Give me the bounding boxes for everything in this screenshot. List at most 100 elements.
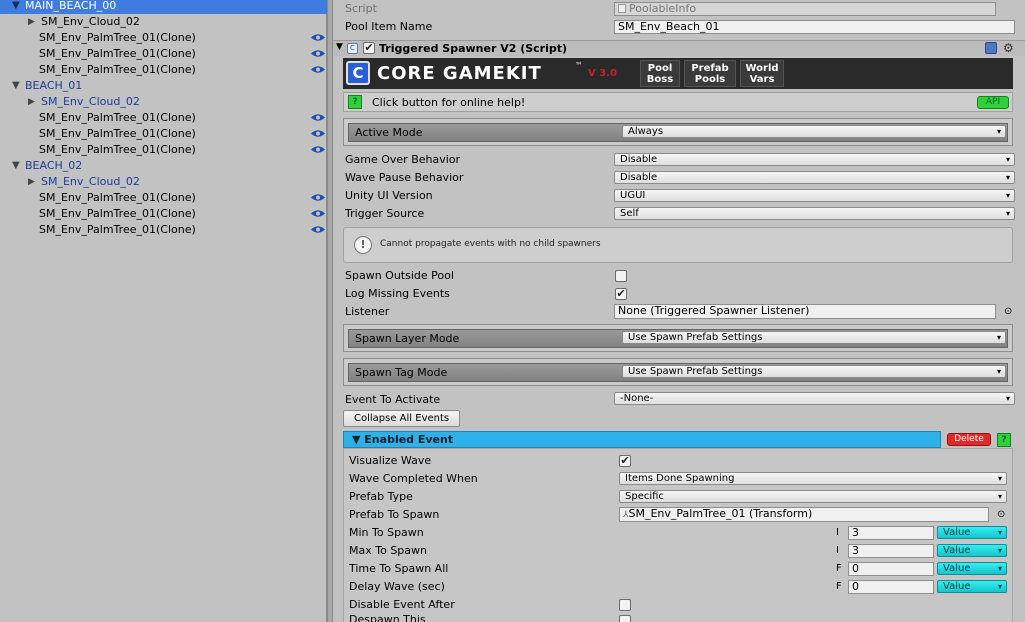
foldout-arrow-icon[interactable]: ▼: [336, 42, 343, 52]
hierarchy-item[interactable]: SM_Env_PalmTree_01(Clone): [0, 110, 327, 126]
dropdown-caret-icon: ▾: [997, 564, 1002, 573]
prefab-type-dropdown[interactable]: Specific ▾: [619, 490, 1007, 503]
inspector-panel: Script PoolableInfo Pool Item Name SM_En…: [333, 0, 1025, 622]
hierarchy-item[interactable]: SM_Env_PalmTree_01(Clone): [0, 46, 327, 62]
prefab-pools-button[interactable]: Prefab Pools: [684, 60, 736, 87]
gamekit-logo-text: CORE GAMEKIT: [377, 63, 542, 84]
prefab-spawn-field[interactable]: ⅄SM_Env_PalmTree_01 (Transform): [619, 507, 989, 522]
hierarchy-item[interactable]: ▼ MAIN_BEACH_00: [0, 0, 327, 14]
wave-pause-dropdown[interactable]: Disable ▾: [614, 171, 1015, 184]
max-spawn-field[interactable]: 3: [848, 544, 934, 558]
visibility-eye-icon[interactable]: [311, 49, 325, 58]
hierarchy-item[interactable]: ▶ SM_Env_Cloud_02: [0, 14, 327, 30]
hierarchy-item[interactable]: SM_Env_PalmTree_01(Clone): [0, 190, 327, 206]
expanded-arrow-icon[interactable]: ▼: [12, 158, 20, 174]
time-spawn-type: F: [836, 563, 842, 574]
pool-boss-button[interactable]: Pool Boss: [640, 60, 680, 87]
book-help-icon[interactable]: [985, 42, 997, 54]
visualize-wave-checkbox[interactable]: ✔: [619, 455, 631, 467]
spawn-tag-dropdown[interactable]: Use Spawn Prefab Settings ▾: [622, 365, 1006, 378]
max-spawn-mode-dropdown[interactable]: Value ▾: [937, 544, 1007, 557]
gear-icon[interactable]: ⚙: [1003, 41, 1014, 55]
spawn-layer-dropdown[interactable]: Use Spawn Prefab Settings ▾: [622, 331, 1006, 344]
wave-completed-dropdown[interactable]: Items Done Spawning ▾: [619, 472, 1007, 485]
help-button[interactable]: ?: [348, 95, 362, 109]
online-help-row: ? Click button for online help! API: [343, 92, 1013, 112]
collapsed-arrow-icon[interactable]: ▶: [28, 94, 35, 110]
hierarchy-item[interactable]: SM_Env_PalmTree_01(Clone): [0, 62, 327, 78]
pool-item-name-label: Pool Item Name: [345, 20, 433, 33]
expanded-arrow-icon[interactable]: ▼: [12, 78, 20, 94]
time-spawn-mode-dropdown[interactable]: Value ▾: [937, 562, 1007, 575]
component-enabled-checkbox[interactable]: ✔: [363, 42, 375, 54]
spawn-outside-checkbox[interactable]: [615, 270, 627, 282]
delay-wave-field[interactable]: 0: [848, 580, 934, 594]
visibility-eye-icon[interactable]: [311, 129, 325, 138]
event-help-button[interactable]: ?: [997, 433, 1011, 447]
dropdown-caret-icon: ▾: [1005, 155, 1010, 164]
script-field: PoolableInfo: [614, 2, 996, 16]
collapsed-arrow-icon[interactable]: ▶: [28, 174, 35, 190]
hierarchy-item[interactable]: SM_Env_PalmTree_01(Clone): [0, 30, 327, 46]
time-spawn-field[interactable]: 0: [848, 562, 934, 576]
hierarchy-item-label: BEACH_01: [25, 79, 83, 92]
info-note-text: Cannot propagate events with no child sp…: [380, 239, 601, 249]
game-over-dropdown[interactable]: Disable ▾: [614, 153, 1015, 166]
hierarchy-item[interactable]: ▶ SM_Env_Cloud_02: [0, 174, 327, 190]
api-button[interactable]: API: [977, 96, 1009, 109]
hierarchy-item-label: SM_Env_PalmTree_01(Clone): [39, 31, 196, 44]
component-header[interactable]: ▼ C ✔ Triggered Spawner V2 (Script) ⚙: [333, 40, 1025, 56]
min-spawn-type: I: [836, 527, 839, 538]
hierarchy-item-label: BEACH_02: [25, 159, 83, 172]
visibility-eye-icon[interactable]: [311, 193, 325, 202]
unity-ui-label: Unity UI Version: [345, 189, 433, 202]
hierarchy-item-label: SM_Env_Cloud_02: [41, 95, 140, 108]
unity-ui-dropdown[interactable]: UGUI ▾: [614, 189, 1015, 202]
hierarchy-item-label: SM_Env_PalmTree_01(Clone): [39, 207, 196, 220]
hierarchy-item[interactable]: ▼ BEACH_02: [0, 158, 327, 174]
hierarchy-item[interactable]: SM_Env_PalmTree_01(Clone): [0, 142, 327, 158]
pool-item-name-field[interactable]: SM_Env_Beach_01: [614, 20, 1015, 34]
hierarchy-item-label: SM_Env_PalmTree_01(Clone): [39, 143, 196, 156]
hierarchy-item[interactable]: SM_Env_PalmTree_01(Clone): [0, 206, 327, 222]
event-activate-dropdown[interactable]: -None- ▾: [614, 392, 1015, 405]
wave-pause-label: Wave Pause Behavior: [345, 171, 464, 184]
hierarchy-item[interactable]: ▼ BEACH_01: [0, 78, 327, 94]
despawn-checkbox[interactable]: [619, 615, 631, 622]
max-spawn-type: I: [836, 545, 839, 556]
delay-wave-mode-dropdown[interactable]: Value ▾: [937, 580, 1007, 593]
dropdown-caret-icon: ▾: [996, 127, 1001, 136]
min-spawn-mode-dropdown[interactable]: Value ▾: [937, 526, 1007, 539]
visibility-eye-icon[interactable]: [311, 65, 325, 74]
disable-after-checkbox[interactable]: [619, 599, 631, 611]
trigger-source-dropdown[interactable]: Self ▾: [614, 207, 1015, 220]
min-spawn-field[interactable]: 3: [848, 526, 934, 540]
dropdown-caret-icon: ▾: [997, 582, 1002, 591]
expanded-arrow-icon[interactable]: ▼: [12, 0, 20, 14]
listener-field[interactable]: None (Triggered Spawner Listener): [614, 304, 996, 319]
hierarchy-item[interactable]: ▶ SM_Env_Cloud_02: [0, 94, 327, 110]
info-note-box: ! Cannot propagate events with no child …: [343, 227, 1013, 263]
dropdown-caret-icon: ▾: [1005, 394, 1010, 403]
hierarchy-item[interactable]: SM_Env_PalmTree_01(Clone): [0, 222, 327, 238]
dropdown-caret-icon: ▾: [997, 546, 1002, 555]
visibility-eye-icon[interactable]: [311, 225, 325, 234]
hierarchy-item[interactable]: SM_Env_PalmTree_01(Clone): [0, 126, 327, 142]
object-picker-icon[interactable]: ⊙: [997, 509, 1005, 520]
active-mode-dropdown[interactable]: Always ▾: [622, 125, 1006, 138]
collapsed-arrow-icon[interactable]: ▶: [28, 14, 35, 30]
collapse-all-events-button[interactable]: Collapse All Events: [343, 410, 461, 427]
visibility-eye-icon[interactable]: [311, 145, 325, 154]
log-missing-checkbox[interactable]: ✔: [615, 288, 627, 300]
enabled-event-header[interactable]: ▼ Enabled Event: [343, 431, 941, 448]
visibility-eye-icon[interactable]: [311, 209, 325, 218]
visibility-eye-icon[interactable]: [311, 113, 325, 122]
visibility-eye-icon[interactable]: [311, 33, 325, 42]
foldout-arrow-icon[interactable]: ▼: [352, 433, 364, 446]
disable-after-label: Disable Event After: [349, 598, 455, 611]
delete-event-button[interactable]: Delete: [947, 433, 991, 446]
world-vars-button[interactable]: World Vars: [740, 60, 784, 87]
trigger-source-label: Trigger Source: [345, 207, 425, 220]
game-over-label: Game Over Behavior: [345, 153, 461, 166]
object-picker-icon[interactable]: ⊙: [1004, 306, 1012, 317]
